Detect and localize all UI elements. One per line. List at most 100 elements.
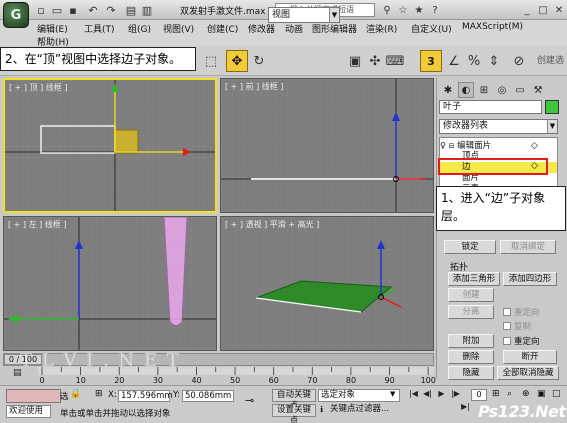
auto-key-button[interactable]: 自动关键点 (272, 389, 316, 411)
show-end-result-icon[interactable]: ◇ (531, 161, 538, 171)
hold-icon[interactable]: ▤ (124, 3, 138, 17)
x-coord-field[interactable]: 157.596mm (118, 390, 173, 402)
hierarchy-tab-icon[interactable]: ⊞ (476, 82, 492, 98)
viewport-left[interactable]: [ + ] 左 ] 线框 ] (3, 216, 217, 351)
stack-item-edit-patch[interactable]: ♀ ⊟ 编辑面片 (440, 140, 557, 151)
delete-button[interactable]: 删除 (448, 350, 494, 364)
menu-group[interactable]: 组(G) (128, 22, 151, 35)
reorient2-checkbox[interactable] (503, 337, 511, 345)
menu-customize[interactable]: 自定义(U) (411, 22, 452, 35)
chevron-down-icon[interactable]: ▼ (547, 120, 557, 133)
viewport-top[interactable]: [ + ] 顶 ] 线框 ] (3, 78, 217, 213)
break-button[interactable]: 断开 (503, 350, 557, 364)
lightbulb-icon[interactable]: ♀ (440, 141, 446, 150)
hide-button[interactable]: 隐藏 (448, 366, 494, 380)
key-filters-button[interactable]: 关键点过滤器... (330, 404, 400, 417)
snap-toggle-icon[interactable]: 3 (420, 50, 442, 72)
named-selection-icon[interactable]: ⊘ (508, 50, 530, 72)
unbind-button[interactable]: 取消绑定 (500, 240, 556, 254)
collapse-icon[interactable]: ⊟ (449, 142, 455, 150)
viewport-label[interactable]: [ + ] 前 ] 线框 ] (225, 81, 283, 92)
viewport-label[interactable]: [ + ] 透视 ] 平滑 + 高光 ] (225, 219, 319, 230)
undo-icon[interactable]: ↶ (86, 3, 100, 17)
zoom-extents-icon[interactable]: ▣ (537, 389, 546, 399)
pivot-center-icon[interactable]: ▣ (344, 50, 366, 72)
select-filter-icon[interactable]: ⬚ (200, 50, 222, 72)
object-name-field[interactable]: 叶子 (439, 100, 542, 114)
close-icon[interactable]: ✕ (552, 3, 566, 17)
percent-snap-icon[interactable]: % (463, 50, 485, 72)
new-file-icon[interactable]: ▫ (34, 3, 48, 17)
maximize-icon[interactable]: □ (536, 3, 550, 17)
rotate-tool-icon[interactable]: ↻ (248, 50, 270, 72)
utilities-tab-icon[interactable]: ⚒ (530, 82, 546, 98)
display-tab-icon[interactable]: ▭ (512, 82, 528, 98)
modify-tab-icon[interactable]: ◐ (458, 82, 474, 98)
play-icon[interactable]: ▶ (436, 389, 447, 400)
lock-button[interactable]: 锁定 (444, 240, 496, 254)
y-coord-field[interactable]: 50.086mm (182, 390, 234, 402)
zoom-all-icon[interactable]: ⊕ (522, 389, 530, 399)
help-icon[interactable]: ? (428, 3, 442, 17)
attach-button[interactable]: 附加 (448, 334, 494, 348)
viewport-front[interactable]: [ + ] 前 ] 线框 ] (220, 78, 434, 213)
maxscript-listener-field[interactable] (6, 389, 61, 403)
viewport-label[interactable]: [ + ] 顶 ] 线框 ] (9, 82, 67, 93)
viewport-perspective[interactable]: [ + ] 透视 ] 平滑 + 高光 ] (220, 216, 434, 351)
pin-stack-icon[interactable]: ◇ (531, 141, 538, 151)
key-filter-select[interactable]: 选定对象 (318, 389, 400, 402)
previous-frame-icon[interactable]: ◀| (422, 389, 433, 400)
go-to-end-icon[interactable]: ▶| (460, 402, 471, 413)
menu-maxscript[interactable]: MAXScript(M) (462, 22, 523, 32)
open-file-icon[interactable]: ▭ (50, 3, 64, 17)
object-color-swatch[interactable] (545, 100, 559, 114)
save-file-icon[interactable]: ▪ (66, 3, 80, 17)
menu-views[interactable]: 视图(V) (163, 22, 194, 35)
menu-modifiers[interactable]: 修改器 (248, 22, 275, 35)
motion-tab-icon[interactable]: ◎ (494, 82, 510, 98)
chevron-down-icon[interactable]: ▼ (329, 8, 339, 22)
menu-animation[interactable]: 动画 (285, 22, 303, 35)
minimize-icon[interactable]: _ (520, 3, 534, 17)
reorient-checkbox[interactable] (503, 308, 511, 316)
menu-edit[interactable]: 编辑(E) (37, 22, 68, 35)
menu-graph-editors[interactable]: 图形编辑器 (312, 22, 357, 35)
selection-lock-icon[interactable]: 🔒 (70, 389, 82, 401)
select-manipulate-icon[interactable]: ✣ (364, 50, 386, 72)
zoom-icon[interactable]: ⌕ (507, 389, 512, 399)
add-quad-button[interactable]: 添加四边形 (503, 272, 557, 286)
subscription-icon[interactable]: ☆ (396, 3, 410, 17)
viewport-label[interactable]: [ + ] 左 ] 线框 ] (8, 219, 66, 230)
go-to-start-icon[interactable]: |◀ (408, 389, 419, 400)
modifier-list-select[interactable]: 修改器列表 (439, 119, 558, 134)
selection-status: 选 (60, 392, 69, 402)
set-key-button[interactable]: 设置关键点 (272, 404, 316, 423)
menu-create[interactable]: 创建(C) (207, 22, 238, 35)
current-frame-field[interactable]: 0 (471, 389, 487, 401)
absolute-mode-icon[interactable]: ⊞ (95, 389, 103, 399)
move-tool-icon[interactable]: ✥ (226, 50, 248, 72)
named-selection-set[interactable]: 创建选 (537, 53, 564, 66)
menu-rendering[interactable]: 渲染(R) (366, 22, 397, 35)
fetch-icon[interactable]: ▥ (140, 3, 154, 17)
copy-checkbox[interactable] (503, 322, 511, 330)
add-triangle-button[interactable]: 添加三角形 (448, 272, 500, 286)
redo-icon[interactable]: ↷ (104, 3, 118, 17)
key-icon[interactable]: ⊸ (245, 394, 254, 407)
unhide-all-button[interactable]: 全部取消隐藏 (497, 366, 559, 380)
menu-tools[interactable]: 工具(T) (84, 22, 115, 35)
keyboard-shortcut-icon[interactable]: ⌨ (384, 50, 406, 72)
search-go-icon[interactable]: ⚲ (380, 3, 394, 17)
reorient-label: 重定向 (514, 308, 540, 318)
time-config-icon[interactable]: ⊞ (492, 389, 500, 399)
next-frame-icon[interactable]: |▶ (450, 389, 461, 400)
angle-snap-icon[interactable]: ∠ (443, 50, 465, 72)
spinner-snap-icon[interactable]: ⇕ (483, 50, 505, 72)
chevron-down-icon[interactable]: ▼ (390, 390, 395, 398)
detach-button[interactable]: 分离 (448, 305, 494, 319)
maximize-viewport-icon[interactable]: □ (552, 389, 561, 399)
create-tab-icon[interactable]: ✱ (440, 82, 456, 98)
app-logo-icon[interactable]: G (3, 2, 29, 28)
favorites-icon[interactable]: ★ (412, 3, 426, 17)
create-button[interactable]: 创建 (448, 288, 494, 302)
